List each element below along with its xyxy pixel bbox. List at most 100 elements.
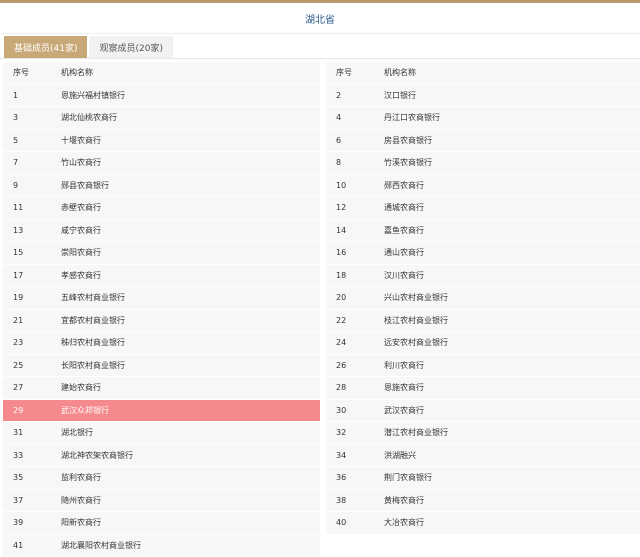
row-institution-name: 黄梅农商行 [384, 495, 640, 506]
table-row: 39阳新农商行 [3, 512, 320, 535]
table-row: 19五峰农村商业银行 [3, 287, 320, 310]
row-index: 2 [326, 91, 384, 100]
table-row: 28恩施农商行 [326, 377, 640, 400]
row-institution-name: 通山农商行 [384, 247, 640, 258]
row-index: 23 [3, 338, 61, 347]
table-row: 36荆门农商银行 [326, 467, 640, 490]
table-row: 15崇阳农商行 [3, 242, 320, 265]
table-row: 10郧西农商行 [326, 175, 640, 198]
row-index: 15 [3, 248, 61, 257]
row-institution-name: 潜江农村商业银行 [384, 427, 640, 438]
row-index: 3 [3, 113, 61, 122]
row-institution-name: 利川农商行 [384, 360, 640, 371]
row-institution-name: 郧西农商行 [384, 180, 640, 191]
row-institution-name: 五峰农村商业银行 [61, 292, 320, 303]
header-index: 序号 [326, 67, 384, 78]
row-index: 21 [3, 316, 61, 325]
row-institution-name: 嘉鱼农商行 [384, 225, 640, 236]
row-institution-name: 阳新农商行 [61, 517, 320, 528]
row-institution-name: 湖北襄阳农村商业银行 [61, 540, 320, 551]
table-row: 33湖北神农架农商银行 [3, 445, 320, 468]
row-institution-name: 荆门农商银行 [384, 472, 640, 483]
table-row: 21宜都农村商业银行 [3, 310, 320, 333]
row-index: 27 [3, 383, 61, 392]
row-index: 6 [326, 136, 384, 145]
row-index: 20 [326, 293, 384, 302]
row-index: 22 [326, 316, 384, 325]
row-institution-name: 房县农商银行 [384, 135, 640, 146]
row-institution-name: 汉口银行 [384, 90, 640, 101]
table-row: 14嘉鱼农商行 [326, 220, 640, 243]
table-row: 34洪湖融兴 [326, 445, 640, 468]
table-header: 序号 机构名称 [3, 62, 320, 85]
row-index: 29 [3, 406, 61, 415]
row-index: 16 [326, 248, 384, 257]
table-row: 1恩施兴福村镇银行 [3, 85, 320, 108]
row-institution-name: 孝感农商行 [61, 270, 320, 281]
table-row: 41湖北襄阳农村商业银行 [3, 535, 320, 557]
table-row: 37随州农商行 [3, 490, 320, 513]
row-institution-name: 湖北银行 [61, 427, 320, 438]
row-index: 11 [3, 203, 61, 212]
table-row: 16通山农商行 [326, 242, 640, 265]
row-institution-name: 枝江农村商业银行 [384, 315, 640, 326]
row-institution-name: 湖北神农架农商银行 [61, 450, 320, 461]
table-row: 23秭归农村商业银行 [3, 332, 320, 355]
table-row: 31湖北银行 [3, 422, 320, 445]
row-institution-name: 远安农村商业银行 [384, 337, 640, 348]
table-row: 35监利农商行 [3, 467, 320, 490]
row-index: 18 [326, 271, 384, 280]
table-row: 4丹江口农商银行 [326, 107, 640, 130]
table-row: 6房县农商银行 [326, 130, 640, 153]
row-index: 36 [326, 473, 384, 482]
row-index: 32 [326, 428, 384, 437]
table-row: 26利川农商行 [326, 355, 640, 378]
row-index: 26 [326, 361, 384, 370]
table-row: 38黄梅农商行 [326, 490, 640, 513]
row-index: 4 [326, 113, 384, 122]
table-row: 25长阳农村商业银行 [3, 355, 320, 378]
row-institution-name: 恩施农商行 [384, 382, 640, 393]
row-index: 37 [3, 496, 61, 505]
table-row: 9郧县农商银行 [3, 175, 320, 198]
table-row: 3湖北仙桃农商行 [3, 107, 320, 130]
row-index: 19 [3, 293, 61, 302]
row-institution-name: 兴山农村商业银行 [384, 292, 640, 303]
row-institution-name: 长阳农村商业银行 [61, 360, 320, 371]
row-index: 28 [326, 383, 384, 392]
row-index: 1 [3, 91, 61, 100]
row-institution-name: 建始农商行 [61, 382, 320, 393]
table-row: 12通城农商行 [326, 197, 640, 220]
table-row: 22枝江农村商业银行 [326, 310, 640, 333]
row-institution-name: 恩施兴福村镇银行 [61, 90, 320, 101]
row-institution-name: 武汉农商行 [384, 405, 640, 416]
row-institution-name: 咸宁农商行 [61, 225, 320, 236]
table-row: 7竹山农商行 [3, 152, 320, 175]
table-row: 17孝感农商行 [3, 265, 320, 288]
row-index: 12 [326, 203, 384, 212]
tab-observer-members[interactable]: 观察成员(20家) [89, 36, 172, 58]
table-row: 32潜江农村商业银行 [326, 422, 640, 445]
province-title: 湖北省 [0, 3, 640, 34]
table-row: 40大冶农商行 [326, 512, 640, 535]
header-index: 序号 [3, 67, 61, 78]
row-index: 38 [326, 496, 384, 505]
table-row: 30武汉农商行 [326, 400, 640, 423]
row-index: 13 [3, 226, 61, 235]
row-index: 8 [326, 158, 384, 167]
row-institution-name: 汉川农商行 [384, 270, 640, 281]
header-name: 机构名称 [384, 67, 640, 78]
row-index: 33 [3, 451, 61, 460]
table-row: 2汉口银行 [326, 85, 640, 108]
row-index: 10 [326, 181, 384, 190]
row-institution-name: 郧县农商银行 [61, 180, 320, 191]
row-index: 34 [326, 451, 384, 460]
tab-basic-members[interactable]: 基础成员(41家) [4, 36, 87, 58]
row-institution-name: 武汉众邦银行 [61, 405, 320, 416]
row-index: 25 [3, 361, 61, 370]
row-institution-name: 大冶农商行 [384, 517, 640, 528]
row-index: 9 [3, 181, 61, 190]
row-institution-name: 赤壁农商行 [61, 202, 320, 213]
table-row: 13咸宁农商行 [3, 220, 320, 243]
row-institution-name: 丹江口农商银行 [384, 112, 640, 123]
